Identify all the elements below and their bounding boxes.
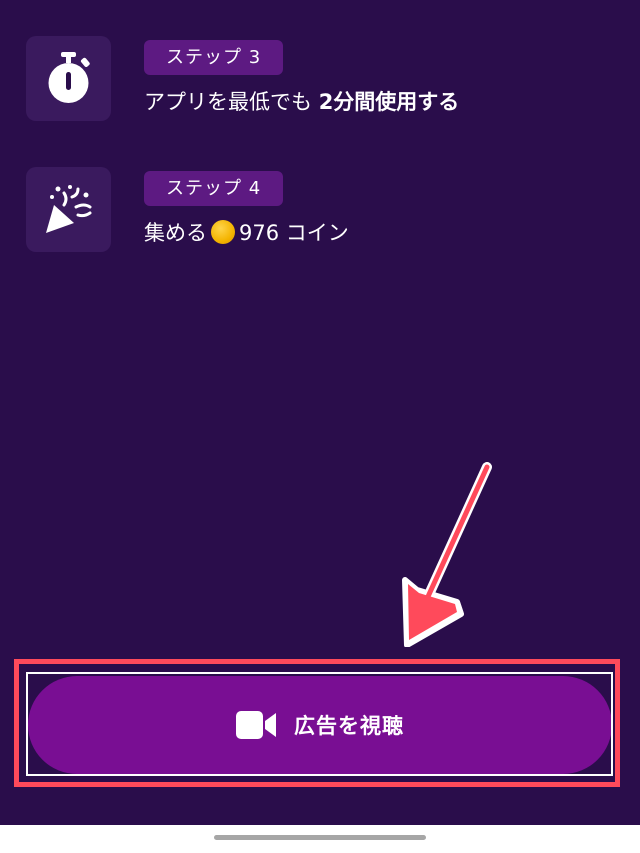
coin-icon xyxy=(211,220,235,244)
party-popper-icon xyxy=(46,185,92,233)
step-3-text: アプリを最低でも xyxy=(144,90,319,114)
step-3-badge: ステップ 3 xyxy=(144,40,284,75)
step-3-row: ステップ 3 アプリを最低でも 2分間使用する xyxy=(26,36,586,126)
annotation-arrow xyxy=(402,462,492,647)
step-4-row: ステップ 4 集める 976 コイン xyxy=(26,167,586,257)
step-3-description: アプリを最低でも 2分間使用する xyxy=(144,88,459,116)
video-camera-icon xyxy=(236,711,276,739)
step-4-text: 集める xyxy=(144,221,207,245)
step-4-description: 集める 976 コイン xyxy=(144,219,349,247)
home-indicator[interactable] xyxy=(214,835,426,840)
stopwatch-icon xyxy=(48,52,90,103)
watch-ad-label: 広告を視聴 xyxy=(294,714,404,738)
step-4-badge: ステップ 4 xyxy=(144,171,284,206)
step-4-icon-box xyxy=(26,167,111,252)
step-3-duration: 2分間使用する xyxy=(318,90,460,114)
step-3-icon-box xyxy=(26,36,111,121)
step-4-coin-amount: 976 コイン xyxy=(239,221,349,245)
watch-ad-button[interactable]: 広告を視聴 xyxy=(28,676,612,774)
screen: ステップ 3 アプリを最低でも 2分間使用する ステップ 4 集める 976 コイ… xyxy=(0,0,640,825)
